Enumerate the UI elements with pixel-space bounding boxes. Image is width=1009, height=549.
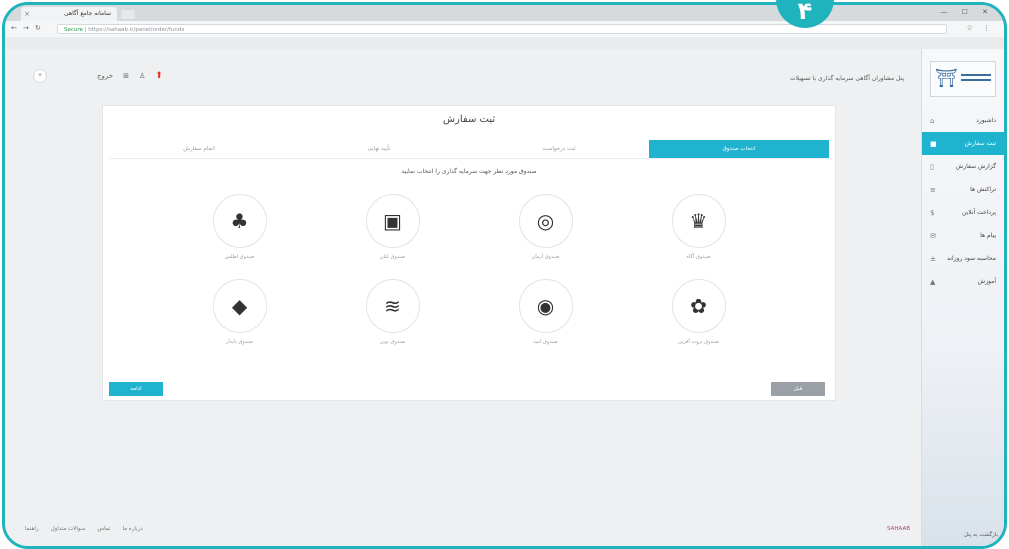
fund-name: صندوق امید [533,339,558,345]
topbar-tools: خروج ⊞ ♙ ⬆ [97,71,163,81]
sidebar-footer-link[interactable]: بازگشت به پنل [964,532,998,538]
user-icon[interactable]: ♙ [139,72,145,80]
sidebar-item-label: داشبورد [976,117,996,124]
fund-card[interactable]: ♣ صندوق اطلس [163,194,316,279]
list-icon: ≡ [930,185,936,194]
star-icon[interactable]: ☆ ⋮ [966,24,994,32]
instruction-text: صندوق مورد نظر جهت سرمایه گذاری را انتخا… [401,168,537,175]
topbar: پنل مشاوران آگاهی سرمایه گذاری با تسهیلا… [5,49,922,101]
sidebar-item-dashboard[interactable]: داشبورد ⌂ [922,109,1004,132]
sidebar-item-messages[interactable]: پیام ها ✉ [922,224,1004,247]
fund-name: صندوق آگاه [686,254,711,260]
close-icon[interactable]: × [24,7,30,21]
new-tab-button[interactable] [121,10,135,19]
fund-card[interactable]: ◉ صندوق امید [469,279,622,364]
sidebar-item-online-payment[interactable]: پرداخت آنلاین $ [922,201,1004,224]
sidebar-item-label: محاسبه سود روزانه [947,255,996,262]
reload-icon[interactable]: ↻ [35,24,41,32]
footer-links: درباره ما تماس سوالات متداول راهنما [25,526,143,532]
fund-logo-icon[interactable]: ◆ [212,279,267,333]
app-area: ⛩ داشبورد ⌂ ثبت سفارش ■ گزارش سفارش ▯ تر… [5,49,1004,546]
tab-select-fund[interactable]: انتخاب صندوق [649,140,829,158]
fund-logo-icon[interactable]: ≋ [365,279,420,333]
calc-icon: ± [930,254,936,263]
fund-logo-icon[interactable]: ✿ [671,279,726,333]
cart-icon: ■ [930,139,937,148]
fund-card[interactable]: ◎ صندوق آرمان [469,194,622,279]
fund-card[interactable]: ◆ صندوق پایدار [163,279,316,364]
sidebar-item-label: تراکنش ها [970,186,996,193]
sidebar-item-label: پرداخت آنلاین [962,209,996,216]
next-button[interactable]: ادامه [109,382,163,396]
wizard-steps: انتخاب صندوق ثبت درخواست تأیید نهایی اتم… [109,140,829,159]
forward-icon[interactable]: → [23,24,29,32]
footer-link[interactable]: راهنما [25,526,39,532]
doc-icon: ▯ [930,162,934,171]
fund-logo-icon[interactable]: ◎ [518,194,573,248]
fund-grid: ♛ صندوق آگاه ◎ صندوق آرمان ▣ صندوق کیان … [163,194,775,364]
sidebar-item-new-order[interactable]: ثبت سفارش ■ [922,132,1004,155]
sidebar-item-profit-calc[interactable]: محاسبه سود روزانه ± [922,247,1004,270]
fund-name: صندوق اطلس [224,254,255,260]
sidebar-item-label: ثبت سفارش [964,140,996,147]
fund-name: صندوق نوین [379,339,406,345]
tab-request[interactable]: ثبت درخواست [469,140,649,158]
sidebar-item-label: گزارش سفارش [955,163,996,170]
fund-name: صندوق پایدار [226,339,253,345]
fund-card[interactable]: ≋ صندوق نوین [316,279,469,364]
page-title: ثبت سفارش [442,114,496,125]
url-text: https://sahaab.ir/panel/order/funds [88,27,185,33]
user-label[interactable]: خروج [97,72,113,80]
sidebar-item-order-report[interactable]: گزارش سفارش ▯ [922,155,1004,178]
page-header-title: پنل مشاوران آگاهی سرمایه گذاری با تسهیلا… [789,75,904,82]
sidebar-footer-label: بازگشت به پنل [963,532,998,538]
footer-link[interactable]: تماس [97,526,110,532]
tab-finish[interactable]: اتمام سفارش [109,140,289,158]
pdf-icon[interactable]: ⬆ [155,71,163,81]
prev-button[interactable]: قبل [771,382,825,396]
sidebar-menu: داشبورد ⌂ ثبت سفارش ■ گزارش سفارش ▯ تراک… [922,109,1004,293]
avatar[interactable]: + [33,69,47,83]
window-controls[interactable]: — ☐ ✕ [940,8,994,16]
screenshot-frame: × سامانه جامع آگاهی — ☐ ✕ ← → ↻ Secure |… [2,2,1007,549]
secure-label: Secure [64,27,83,33]
footer-brand[interactable]: SAHAAB [887,526,910,532]
sidebar-item-transactions[interactable]: تراکنش ها ≡ [922,178,1004,201]
tab-title: سامانه جامع آگاهی [63,10,111,17]
fund-logo-icon[interactable]: ◉ [518,279,573,333]
logo-lines [961,74,991,76]
fund-name: صندوق آرمان [531,254,560,260]
logo: ⛩ [930,61,996,97]
fund-name: صندوق ثروت آفرین [678,339,719,345]
mail-icon: ✉ [930,231,936,240]
grid-icon[interactable]: ⊞ [123,72,129,80]
bookmarks-bar [5,37,1004,49]
sidebar-item-training[interactable]: آموزش ▲ [922,270,1004,293]
tab-confirm[interactable]: تأیید نهایی [289,140,469,158]
address-bar: ← → ↻ Secure | https://sahaab.ir/panel/o… [5,21,1004,38]
home-icon: ⌂ [930,116,935,125]
fund-logo-icon[interactable]: ♛ [671,194,726,248]
footer-link[interactable]: درباره ما [122,526,142,532]
fund-logo-icon[interactable]: ♣ [212,194,267,248]
logo-icon: ⛩ [935,68,958,89]
fund-logo-icon[interactable]: ▣ [365,194,420,248]
footer-link[interactable]: سوالات متداول [51,526,86,532]
browser-tabstrip: × سامانه جامع آگاهی — ☐ ✕ [5,5,1004,21]
fund-card[interactable]: ▣ صندوق کیان [316,194,469,279]
sidebar-item-label: پیام ها [980,232,996,239]
fund-card[interactable]: ♛ صندوق آگاه [622,194,775,279]
sidebar: ⛩ داشبورد ⌂ ثبت سفارش ■ گزارش سفارش ▯ تر… [921,49,1004,546]
fund-name: صندوق کیان [379,254,406,260]
book-icon: ▲ [930,277,936,286]
browser-tab[interactable]: × سامانه جامع آگاهی [21,7,117,21]
order-card: ثبت سفارش انتخاب صندوق ثبت درخواست تأیید… [102,105,836,401]
back-icon[interactable]: ← [11,24,17,32]
fund-card[interactable]: ✿ صندوق ثروت آفرین [622,279,775,364]
card-icon: $ [930,208,935,217]
sidebar-item-label: آموزش [977,278,996,285]
